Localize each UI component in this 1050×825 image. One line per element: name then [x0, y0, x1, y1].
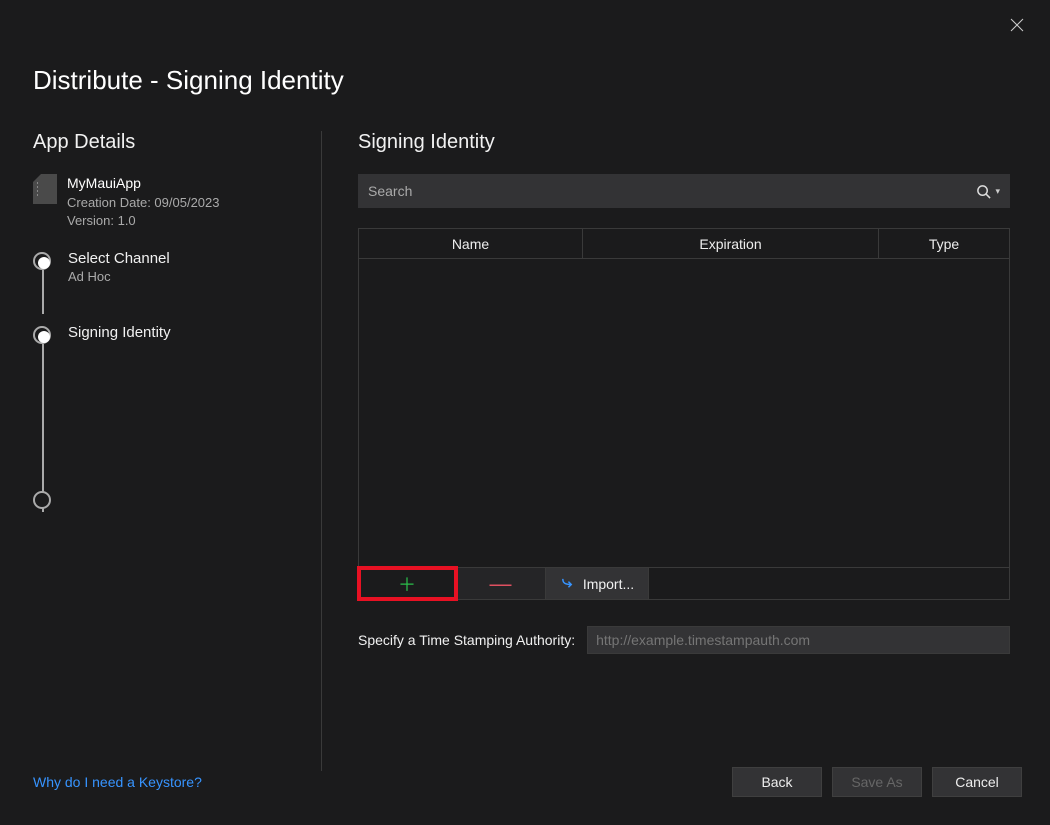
identity-table: Name Expiration Type ＋ —: [358, 228, 1010, 600]
step-dot-icon: [33, 491, 51, 509]
import-identity-button[interactable]: Import...: [546, 568, 649, 599]
column-type[interactable]: Type: [879, 229, 1009, 258]
step-subtitle: Ad Hoc: [68, 269, 321, 284]
step-dot-icon: [33, 252, 51, 270]
signing-identity-pane: Signing Identity ▾ Name Expiration Type: [322, 131, 1050, 771]
timestamp-authority-input[interactable]: [587, 626, 1010, 654]
cancel-button[interactable]: Cancel: [932, 767, 1022, 797]
remove-identity-button[interactable]: —: [456, 568, 546, 599]
import-label: Import...: [583, 576, 634, 592]
timestamp-authority-label: Specify a Time Stamping Authority:: [358, 632, 575, 648]
step-title: Select Channel: [68, 250, 321, 267]
import-icon: [560, 576, 575, 591]
content-area: App Details MyMauiApp Creation Date: 09/…: [0, 131, 1050, 771]
footer-buttons: Back Save As Cancel: [732, 767, 1022, 797]
step-signing-identity[interactable]: Signing Identity: [44, 324, 321, 341]
search-input[interactable]: [368, 183, 976, 199]
close-icon: [1010, 18, 1024, 32]
app-details-pane: App Details MyMauiApp Creation Date: 09/…: [0, 131, 322, 771]
table-toolbar: ＋ — Import...: [359, 567, 1009, 599]
app-name: MyMauiApp: [67, 174, 220, 194]
step-connector: [42, 270, 44, 314]
page-title: Distribute - Signing Identity: [0, 0, 1050, 96]
search-button[interactable]: ▾: [976, 184, 1000, 199]
step-select-channel[interactable]: Select Channel Ad Hoc: [44, 250, 321, 284]
minus-icon: —: [490, 571, 512, 597]
step-connector: [42, 344, 44, 512]
wizard-steps: Select Channel Ad Hoc Signing Identity: [33, 250, 321, 341]
plus-icon: ＋: [398, 571, 416, 597]
step-dot-icon: [33, 326, 51, 344]
search-icon: [976, 184, 991, 199]
app-info: MyMauiApp Creation Date: 09/05/2023 Vers…: [33, 174, 321, 230]
signing-identity-heading: Signing Identity: [358, 131, 1010, 154]
chevron-down-icon: ▾: [995, 186, 1000, 197]
app-details-heading: App Details: [33, 131, 321, 154]
step-title: Signing Identity: [68, 324, 321, 341]
apk-file-icon: [33, 174, 57, 204]
search-bar: ▾: [358, 174, 1010, 208]
close-button[interactable]: [1004, 12, 1030, 38]
app-info-text: MyMauiApp Creation Date: 09/05/2023 Vers…: [67, 174, 220, 230]
back-button[interactable]: Back: [732, 767, 822, 797]
column-name[interactable]: Name: [359, 229, 583, 258]
add-identity-button[interactable]: ＋: [359, 568, 456, 599]
dialog-window: Distribute - Signing Identity App Detail…: [0, 0, 1050, 825]
table-header: Name Expiration Type: [359, 229, 1009, 259]
dialog-footer: Why do I need a Keystore? Back Save As C…: [33, 767, 1022, 797]
keystore-help-link[interactable]: Why do I need a Keystore?: [33, 774, 202, 790]
column-expiration[interactable]: Expiration: [583, 229, 879, 258]
table-body[interactable]: [359, 259, 1009, 567]
save-as-button: Save As: [832, 767, 922, 797]
app-version: Version: 1.0: [67, 212, 220, 230]
app-creation-date: Creation Date: 09/05/2023: [67, 194, 220, 212]
timestamp-authority-row: Specify a Time Stamping Authority:: [358, 626, 1010, 654]
